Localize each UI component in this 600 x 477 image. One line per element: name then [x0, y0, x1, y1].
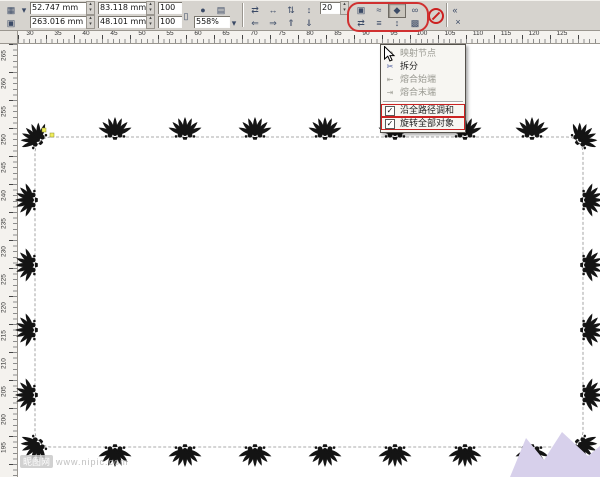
menu-separator: [383, 101, 463, 102]
x-position-spinner[interactable]: [86, 1, 95, 15]
clear-blend-button[interactable]: [428, 8, 444, 24]
fan-ornament[interactable]: [15, 312, 38, 348]
fan-ornament[interactable]: [514, 117, 550, 140]
ornament-border-artwork[interactable]: [0, 0, 600, 477]
fan-ornament[interactable]: [167, 117, 203, 140]
menu-item-fuse-start[interactable]: ⇤ 熔合始端: [381, 73, 465, 86]
zoom-dropdown-icon[interactable]: ▾: [228, 16, 240, 31]
menu-item-blend-along-path[interactable]: ✓ 沿全路径调和: [381, 104, 465, 117]
fan-ornament[interactable]: [447, 444, 483, 467]
watermark-url: www.nipic.com: [56, 457, 129, 467]
fan-ornament[interactable]: [237, 444, 273, 467]
fan-ornament[interactable]: [377, 444, 413, 467]
fan-ornament[interactable]: [167, 444, 203, 467]
menu-item-rotate-all-objects[interactable]: ✓ 旋转全部对象: [381, 117, 465, 130]
close-icon[interactable]: ×: [452, 15, 464, 30]
height-input[interactable]: [98, 16, 148, 28]
lock-ratio-icon[interactable]: ▯: [180, 9, 192, 24]
split-icon: ✂: [386, 62, 394, 71]
color-accel-icon[interactable]: ≡: [370, 16, 388, 31]
menu-item-map-nodes[interactable]: ⇄ 映射节点: [381, 47, 465, 60]
menu-item-split[interactable]: ✂ 拆分: [381, 60, 465, 73]
watermark: 昵图网 www.nipic.com: [20, 455, 129, 468]
menu-item-label: 熔合末端: [400, 87, 437, 97]
direction-down-icon[interactable]: ⇓: [300, 16, 318, 31]
property-bar: ▦ ▾ ▣ ▯ ● ▤ ▾ ⇄ ↔ ⇅ ↕ ⇐ ⇒ ⇑ ⇓ ▣ ≈ ◆ ∞ ⇄ …: [0, 0, 600, 32]
scale-y-input[interactable]: [158, 16, 182, 28]
height-spinner[interactable]: [146, 15, 155, 29]
toolbar-separator: [446, 3, 447, 27]
fan-ornament[interactable]: [13, 115, 55, 157]
blend-path: [34, 136, 584, 448]
blend-steps-input[interactable]: [320, 2, 342, 14]
blend-node-marker: [49, 132, 55, 138]
zoom-level-input[interactable]: [194, 16, 230, 28]
width-input[interactable]: [98, 2, 148, 14]
menu-item-label: 映射节点: [400, 48, 437, 58]
direction-left-icon[interactable]: ⇐: [246, 16, 264, 31]
fuse-start-icon: ⇤: [386, 75, 394, 84]
direction-right-icon[interactable]: ⇒: [264, 16, 282, 31]
copy-blend-icon[interactable]: ▩: [406, 16, 424, 31]
fan-ornament[interactable]: [237, 117, 273, 140]
blend-options-menu: ⇄ 映射节点 ✂ 拆分 ⇤ 熔合始端 ⇥ 熔合末端 ✓ 沿全路径调和 ✓ 旋转全…: [380, 44, 466, 133]
size-accel-icon[interactable]: ↕: [388, 16, 406, 31]
fan-ornament[interactable]: [97, 117, 133, 140]
fan-ornaments: [13, 115, 600, 469]
fan-ornament[interactable]: [307, 117, 343, 140]
fan-ornament[interactable]: [563, 115, 600, 157]
scale-x-input[interactable]: [158, 2, 182, 14]
menu-item-fuse-end[interactable]: ⇥ 熔合末端: [381, 86, 465, 99]
y-position-input[interactable]: [30, 16, 88, 28]
app-window: ▦ ▾ ▣ ▯ ● ▤ ▾ ⇄ ↔ ⇅ ↕ ⇐ ⇒ ⇑ ⇓ ▣ ≈ ◆ ∞ ⇄ …: [0, 0, 600, 477]
fan-ornament[interactable]: [15, 247, 38, 283]
fan-ornament[interactable]: [307, 444, 343, 467]
corner-decoration-shape: [510, 432, 600, 477]
direction-up-icon[interactable]: ⇑: [282, 16, 300, 31]
blend-start-node-marker: [41, 127, 47, 133]
y-position-spinner[interactable]: [86, 15, 95, 29]
checkbox-checked-icon[interactable]: ✓: [385, 106, 395, 116]
fan-ornament[interactable]: [15, 377, 38, 413]
width-spinner[interactable]: [146, 1, 155, 15]
toolbar-separator: [242, 3, 243, 27]
checkbox-checked-icon[interactable]: ✓: [385, 119, 395, 129]
fuse-end-icon: ⇥: [386, 88, 394, 97]
blend-steps-spinner[interactable]: [340, 1, 349, 15]
watermark-badge: 昵图网: [20, 455, 54, 468]
fan-ornament[interactable]: [15, 182, 38, 218]
node-edit-icon[interactable]: ▣: [2, 16, 20, 31]
map-nodes-icon: ⇄: [386, 49, 394, 58]
object-accel-icon[interactable]: ⇄: [352, 16, 370, 31]
menu-item-label: 沿全路径调和: [400, 105, 455, 115]
menu-item-label: 拆分: [400, 61, 419, 71]
menu-item-label: 熔合始端: [400, 74, 437, 84]
x-position-input[interactable]: [30, 2, 88, 14]
menu-item-label: 旋转全部对象: [400, 118, 455, 128]
